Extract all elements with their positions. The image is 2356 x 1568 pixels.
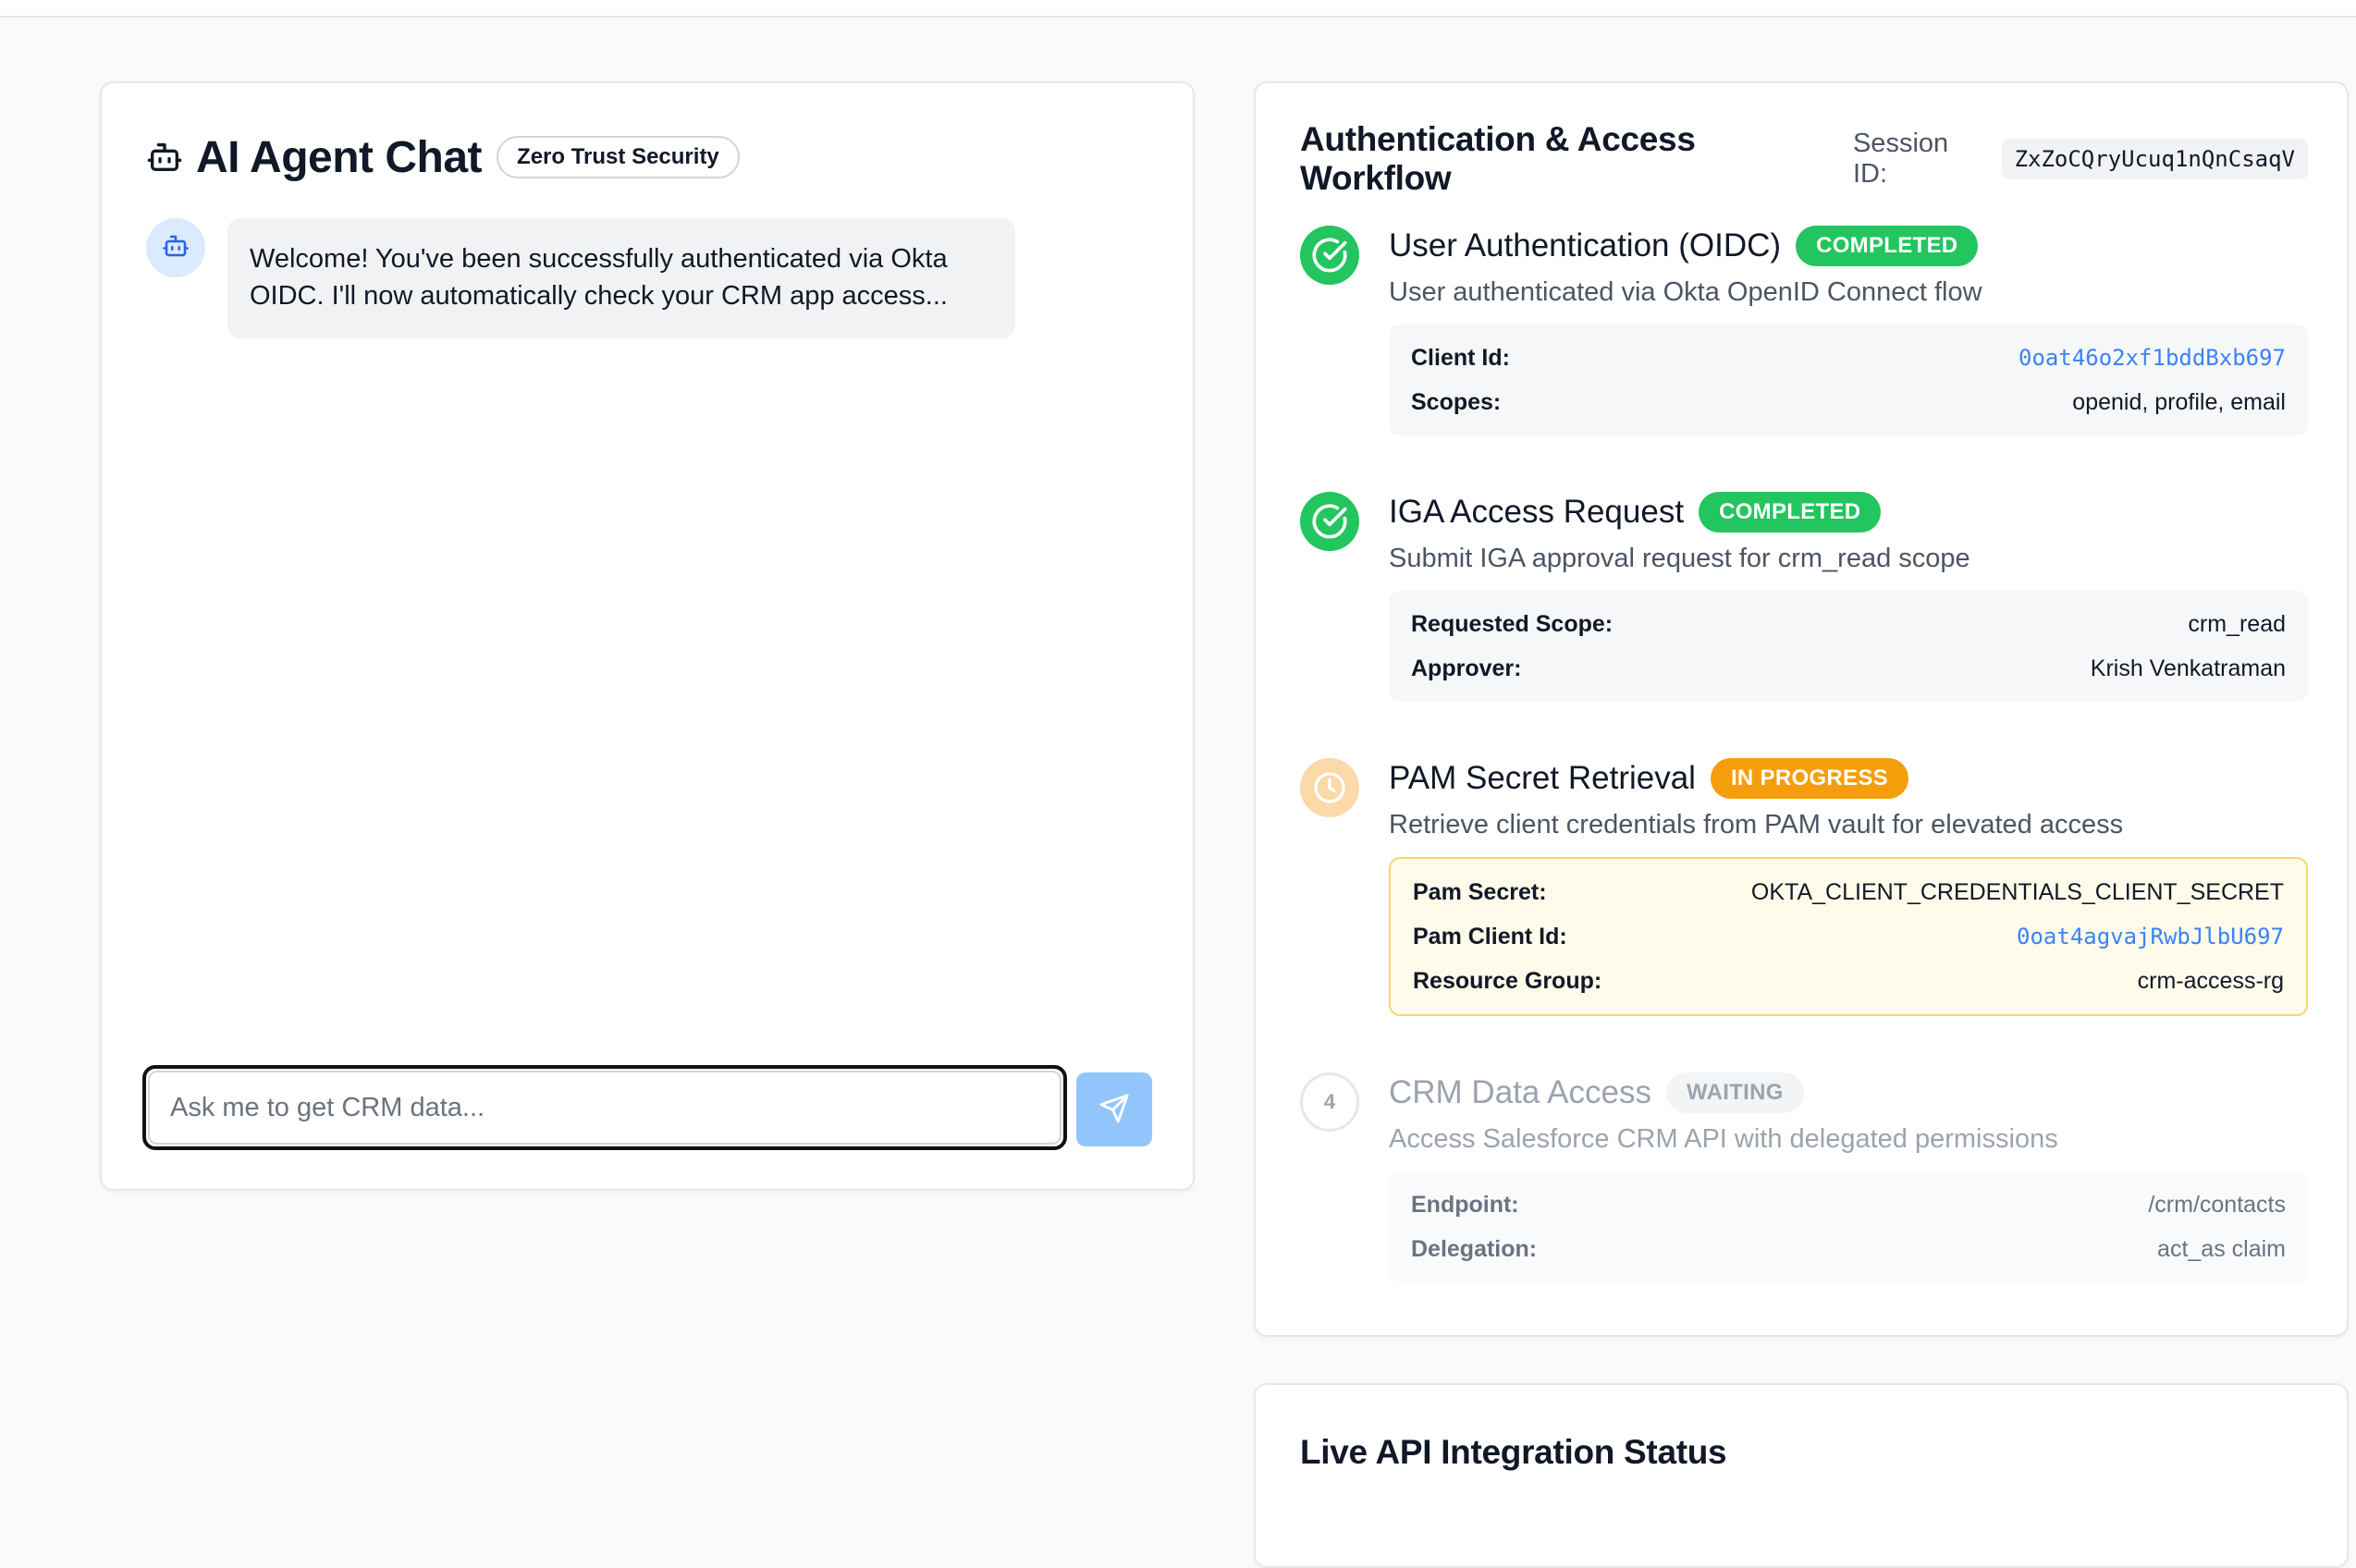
robot-icon [162, 232, 190, 264]
detail-row: Requested Scope: crm_read [1411, 602, 2286, 646]
detail-key: Approver: [1411, 655, 1522, 681]
detail-value: openid, profile, email [2072, 388, 2286, 415]
step-title: CRM Data Access [1389, 1074, 1651, 1110]
detail-row: Pam Client Id: 0oat4agvajRwbJlbU697 [1413, 914, 2284, 959]
detail-value: 0oat46o2xf1bddBxb697 [2019, 345, 2286, 371]
chat-panel: AI Agent Chat Zero Trust Security Welcom… [100, 81, 1195, 1191]
chat-message: Welcome! You've been successfully authen… [146, 218, 1015, 338]
detail-value: act_as claim [2157, 1235, 2286, 1262]
detail-row: Scopes: openid, profile, email [1411, 380, 2286, 424]
robot-icon [146, 139, 183, 176]
detail-key: Requested Scope: [1411, 610, 1614, 637]
step-description: Access Salesforce CRM API with delegated… [1389, 1124, 2058, 1154]
detail-value: OKTA_CLIENT_CREDENTIALS_CLIENT_SECRET [1750, 878, 2284, 905]
step-title: IGA Access Request [1389, 494, 1685, 530]
top-bar [0, 0, 2356, 18]
session-id-label: Session ID: [1852, 129, 1949, 189]
detail-row: Endpoint: /crm/contacts [1411, 1182, 2286, 1227]
send-icon [1098, 1093, 1130, 1127]
message-bubble: Welcome! You've been successfully authen… [227, 218, 1015, 338]
check-circle-icon [1300, 226, 1359, 285]
status-badge: WAITING [1665, 1072, 1804, 1113]
status-badge: IN PROGRESS [1710, 758, 1908, 799]
detail-key: Endpoint: [1411, 1191, 1519, 1218]
step-title: PAM Secret Retrieval [1389, 760, 1696, 796]
check-circle-icon [1300, 492, 1359, 551]
workflow-title: Authentication & Access Workflow [1300, 120, 1696, 197]
detail-row: Resource Group: crm-access-rg [1413, 959, 2284, 1003]
detail-key: Pam Client Id: [1413, 923, 1567, 949]
detail-key: Pam Secret: [1413, 878, 1547, 905]
step-description: User authenticated via Okta OpenID Conne… [1389, 277, 1982, 307]
detail-value: 0oat4agvajRwbJlbU697 [2017, 924, 2284, 949]
chat-input-wrapper [142, 1065, 1067, 1150]
detail-row: Client Id: 0oat46o2xf1bddBxb697 [1411, 336, 2286, 380]
api-status-panel: Live API Integration Status [1254, 1383, 2349, 1568]
chat-input[interactable] [148, 1071, 1061, 1145]
detail-row: Delegation: act_as claim [1411, 1227, 2286, 1271]
detail-value: /crm/contacts [2148, 1191, 2286, 1218]
workflow-panel: Authentication & Access Workflow Session… [1254, 81, 2349, 1337]
api-status-title: Live API Integration Status [1300, 1433, 1727, 1471]
send-button[interactable] [1076, 1072, 1152, 1146]
detail-key: Client Id: [1411, 344, 1510, 371]
status-badge: COMPLETED [1796, 226, 1979, 266]
clock-icon [1300, 758, 1359, 817]
step-details: Client Id: 0oat46o2xf1bddBxb697 Scopes: … [1389, 325, 2308, 435]
detail-key: Scopes: [1411, 388, 1502, 415]
detail-row: Pam Secret: OKTA_CLIENT_CREDENTIALS_CLIE… [1413, 870, 2284, 914]
detail-value: Krish Venkatraman [2090, 655, 2286, 681]
detail-value: crm_read [2188, 610, 2286, 637]
detail-key: Delegation: [1411, 1235, 1538, 1262]
workflow-header: Authentication & Access Workflow Session… [1300, 120, 2308, 197]
step-details: Endpoint: /crm/contacts Delegation: act_… [1389, 1171, 2308, 1282]
session-id-value: ZxZoCQryUcuq1nQnCsaqV [2001, 139, 2308, 179]
chat-title: AI Agent Chat [196, 132, 483, 182]
status-badge: COMPLETED [1699, 492, 1882, 533]
step-number: 4 [1300, 1072, 1359, 1132]
detail-value: crm-access-rg [2137, 967, 2284, 994]
step-description: Submit IGA approval request for crm_read… [1389, 544, 1970, 573]
step-details: Requested Scope: crm_read Approver: Kris… [1389, 591, 2308, 702]
zero-trust-badge: Zero Trust Security [497, 136, 740, 178]
chat-header: AI Agent Chat Zero Trust Security [146, 124, 740, 190]
step-description: Retrieve client credentials from PAM vau… [1389, 810, 2124, 839]
detail-key: Resource Group: [1413, 967, 1602, 994]
step-details: Pam Secret: OKTA_CLIENT_CREDENTIALS_CLIE… [1389, 857, 2308, 1016]
detail-row: Approver: Krish Venkatraman [1411, 646, 2286, 691]
agent-avatar [146, 218, 205, 277]
step-title: User Authentication (OIDC) [1389, 227, 1782, 263]
